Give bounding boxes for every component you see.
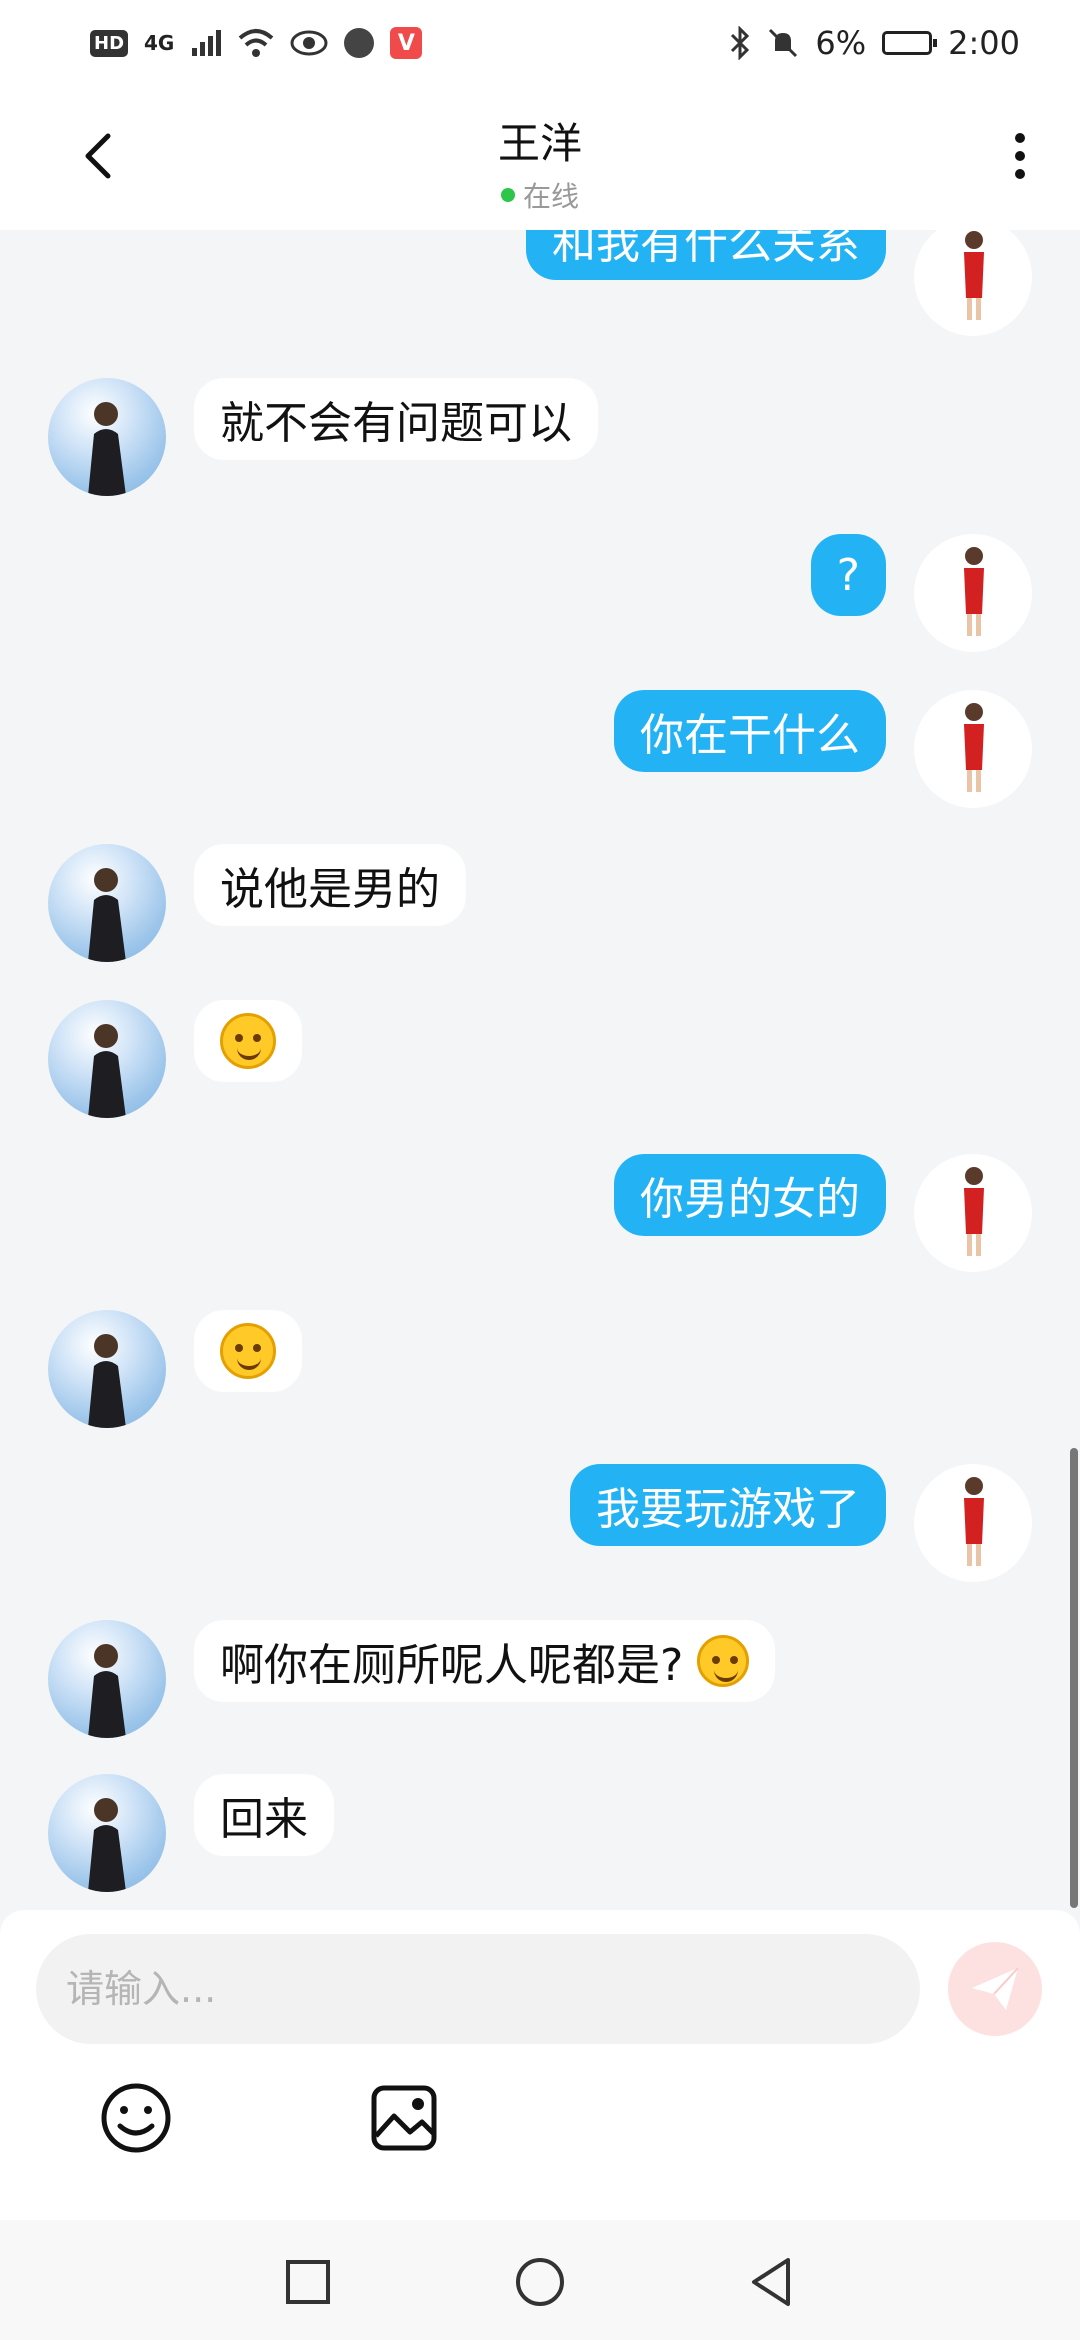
message-row: 就不会有问题可以 xyxy=(0,378,1080,498)
my-avatar[interactable] xyxy=(914,690,1032,808)
avatar-figure-icon xyxy=(88,1798,126,1892)
contact-avatar[interactable] xyxy=(48,1774,166,1892)
message-row xyxy=(0,1000,1080,1120)
message-bubble[interactable]: 就不会有问题可以 xyxy=(194,378,598,460)
status-bar-right: 6% 2:00 xyxy=(729,24,1020,62)
message-row: 我要玩游戏了 xyxy=(0,1464,1080,1584)
mute-bell-icon xyxy=(769,28,798,58)
send-icon xyxy=(972,1967,1019,2010)
battery-percent: 6% xyxy=(815,24,867,62)
message-text: 就不会有问题可以 xyxy=(220,398,572,449)
message-row: 说他是男的 xyxy=(0,844,1080,964)
message-bubble[interactable]: 啊你在厕所呢人呢都是? xyxy=(194,1620,776,1702)
contact-avatar[interactable] xyxy=(48,378,166,496)
message-text: 你在干什么 xyxy=(640,710,860,761)
system-nav-bar xyxy=(0,2220,1080,2340)
image-icon[interactable] xyxy=(364,2078,444,2158)
my-avatar[interactable] xyxy=(914,230,1032,336)
message-row: 你在干什么 xyxy=(0,690,1080,810)
avatar-figure-icon xyxy=(88,1334,126,1428)
avatar-figure-icon xyxy=(964,703,984,792)
avatar-figure-icon xyxy=(88,402,126,496)
contact-avatar[interactable] xyxy=(48,1310,166,1428)
online-status: 在线 xyxy=(0,175,1080,215)
message-list[interactable]: 和我有什么关系 就不会有问题可以 ? 你在干什么 说他是男的 你男的女的 我要玩… xyxy=(0,230,1080,1910)
online-status-label: 在线 xyxy=(522,180,579,213)
circle-icon[interactable] xyxy=(512,2254,568,2310)
winking-emoji xyxy=(697,1635,750,1687)
message-bubble[interactable]: 回来 xyxy=(194,1774,334,1856)
message-row: 和我有什么关系 xyxy=(0,230,1080,338)
message-text: 我要玩游戏了 xyxy=(596,1484,860,1535)
signal-icon xyxy=(192,30,222,56)
smiling-emoji xyxy=(220,1323,276,1379)
message-bubble[interactable] xyxy=(194,1000,302,1082)
avatar-figure-icon xyxy=(88,868,126,962)
avatar-figure-icon xyxy=(88,1644,126,1738)
scrollbar[interactable] xyxy=(1070,1448,1078,1908)
contact-avatar[interactable] xyxy=(48,1620,166,1738)
smiling-blush-emoji xyxy=(220,1013,276,1069)
message-bubble[interactable] xyxy=(194,1310,302,1392)
triangle-back-icon[interactable] xyxy=(744,2254,800,2310)
send-button[interactable] xyxy=(948,1942,1042,2036)
message-row: ? xyxy=(0,534,1080,654)
message-row xyxy=(0,1310,1080,1430)
wifi-icon xyxy=(239,29,274,57)
avatar-figure-icon xyxy=(964,1477,984,1566)
status-bar-left: HD 4G V xyxy=(90,27,423,59)
message-row: 你男的女的 xyxy=(0,1154,1080,1274)
avatar-figure-icon xyxy=(964,231,984,320)
more-vertical-icon[interactable] xyxy=(990,126,1050,186)
message-row: 回来 xyxy=(0,1774,1080,1894)
message-bubble[interactable]: 你在干什么 xyxy=(614,690,886,772)
audio-app-icon xyxy=(344,28,375,58)
avatar-figure-icon xyxy=(964,1167,984,1256)
avatar-figure-icon xyxy=(964,547,984,636)
message-bubble[interactable]: ? xyxy=(810,534,886,616)
message-text: 和我有什么关系 xyxy=(552,230,860,269)
message-text: ? xyxy=(836,549,860,601)
message-bubble[interactable]: 我要玩游戏了 xyxy=(570,1464,886,1546)
message-text: 你男的女的 xyxy=(640,1174,860,1225)
contact-avatar[interactable] xyxy=(48,1000,166,1118)
contact-avatar[interactable] xyxy=(48,844,166,962)
message-bubble[interactable]: 和我有什么关系 xyxy=(526,230,886,280)
message-input[interactable] xyxy=(64,1966,868,2012)
battery-icon xyxy=(882,31,938,55)
message-input-wrapper[interactable] xyxy=(36,1934,920,2044)
status-bar: HD 4G V 6% 2:00 xyxy=(0,0,1080,86)
my-avatar[interactable] xyxy=(914,1154,1032,1272)
contact-name: 王洋 xyxy=(497,119,582,168)
message-text: 说他是男的 xyxy=(220,864,440,915)
message-bubble[interactable]: 说他是男的 xyxy=(194,844,466,926)
app-notification-icon: V xyxy=(390,27,423,59)
my-avatar[interactable] xyxy=(914,1464,1032,1582)
title-block: 王洋 在线 xyxy=(0,110,1080,215)
square-icon[interactable] xyxy=(280,2254,336,2310)
avatar-figure-icon xyxy=(88,1024,126,1118)
message-row: 啊你在厕所呢人呢都是? xyxy=(0,1620,1080,1740)
bluetooth-icon xyxy=(731,26,750,60)
eye-icon xyxy=(290,30,328,56)
chat-header: 王洋 在线 xyxy=(0,86,1080,230)
emoji-icon[interactable] xyxy=(96,2078,176,2158)
my-avatar[interactable] xyxy=(914,534,1032,652)
message-bubble[interactable]: 你男的女的 xyxy=(614,1154,886,1236)
compose-area xyxy=(0,1910,1080,2220)
network-label: 4G xyxy=(144,31,175,55)
message-text: 啊你在厕所呢人呢都是? xyxy=(220,1640,684,1691)
clock: 2:00 xyxy=(948,24,1020,62)
message-text: 回来 xyxy=(220,1794,308,1845)
online-dot-icon xyxy=(500,188,515,202)
hd-badge: HD xyxy=(90,29,129,57)
